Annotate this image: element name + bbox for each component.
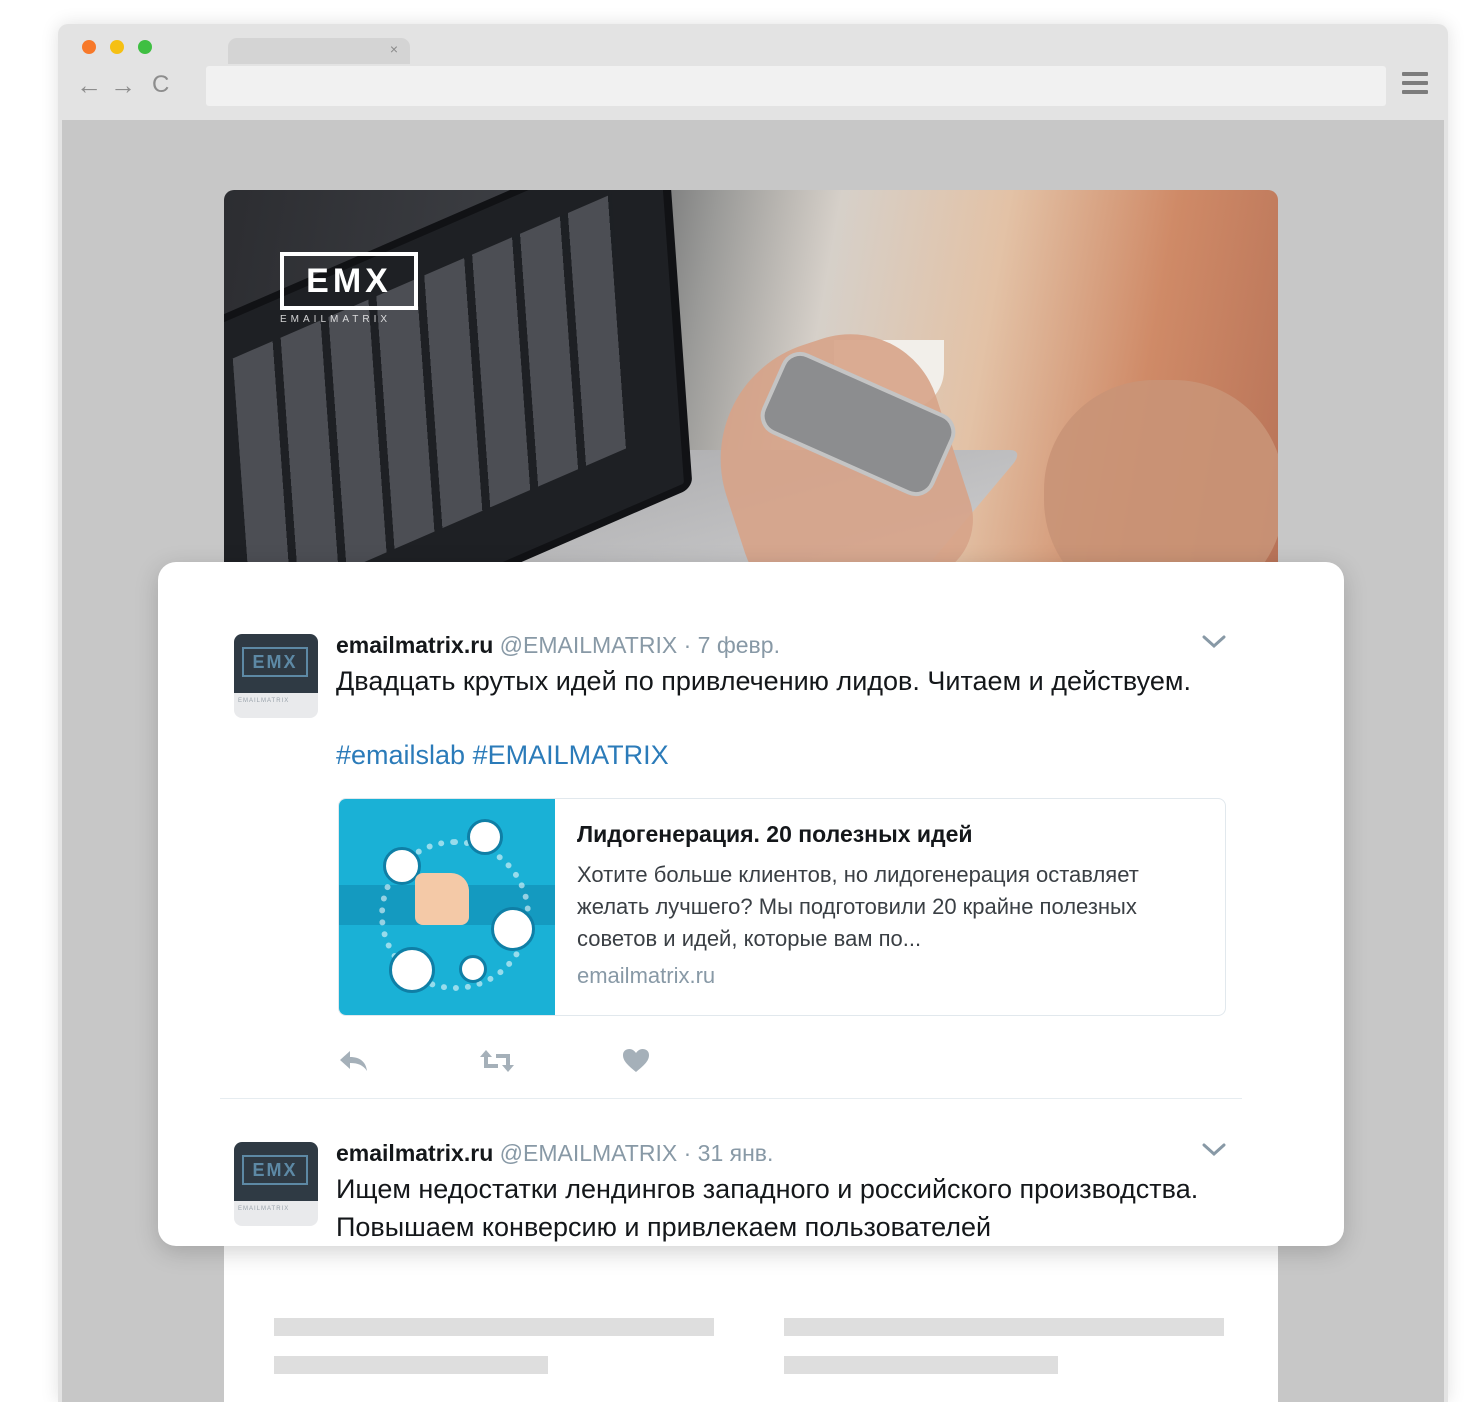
maximize-window-button[interactable] (138, 40, 152, 54)
tweet-handle[interactable]: @EMAILMATRIX (500, 632, 678, 658)
placeholder-content-card (224, 1220, 1278, 1402)
link-card-title: Лидогенерация. 20 полезных идей (577, 821, 973, 847)
hero-image: EMX EMAILMATRIX (224, 190, 1278, 590)
hamburger-menu-icon[interactable] (1402, 72, 1428, 94)
tab-close-icon[interactable]: × (390, 41, 398, 57)
link-preview-card[interactable]: Лидогенерация. 20 полезных идей Хотите б… (338, 798, 1226, 1016)
tweet-text: Ищем недостатки лендингов западного и ро… (336, 1174, 1199, 1242)
back-arrow-icon[interactable]: ← (76, 70, 102, 100)
reload-icon[interactable]: C (152, 70, 169, 100)
person-icon (389, 947, 435, 993)
tweet-actions (338, 1048, 678, 1078)
like-icon[interactable] (622, 1048, 650, 1079)
tweet-header: emailmatrix.ru @EMAILMATRIX · 31 янв. (336, 1140, 773, 1167)
reply-icon[interactable] (338, 1048, 370, 1079)
thumbs-up-icon (415, 873, 469, 925)
tweet-handle[interactable]: @EMAILMATRIX (500, 1140, 678, 1166)
tweet-separator: · (683, 632, 692, 658)
link-card-domain: emailmatrix.ru (577, 963, 716, 988)
tweet-date[interactable]: 7 февр. (698, 632, 780, 658)
tweet-separator: · (683, 1140, 692, 1166)
avatar[interactable]: EMX EMAILMATRIX (234, 1142, 318, 1226)
close-window-button[interactable] (82, 40, 96, 54)
gear-icon (459, 955, 487, 983)
avatar[interactable]: EMX EMAILMATRIX (234, 634, 318, 718)
chevron-down-icon[interactable] (1200, 1140, 1230, 1170)
skeleton-line (274, 1356, 548, 1374)
hand-graphic (1044, 380, 1278, 590)
forward-arrow-icon[interactable]: → (110, 70, 136, 100)
link-card-description: Хотите больше клиентов, но лидогенерация… (577, 862, 1139, 951)
retweet-icon[interactable] (478, 1048, 516, 1079)
chevron-down-icon[interactable] (1200, 632, 1230, 662)
link-preview-image (339, 799, 555, 1015)
skeleton-line (274, 1318, 714, 1336)
minimize-window-button[interactable] (110, 40, 124, 54)
person-icon (491, 907, 535, 951)
tweet-text: Двадцать крутых идей по привлечению лидо… (336, 666, 1191, 696)
tweet-header: emailmatrix.ru @EMAILMATRIX · 7 февр. (336, 632, 780, 659)
skeleton-line (784, 1318, 1224, 1336)
emx-logo: EMX (280, 252, 418, 310)
tweet-author-name[interactable]: emailmatrix.ru (336, 1140, 493, 1166)
address-bar[interactable] (206, 66, 1386, 106)
tweet-date[interactable]: 31 янв. (698, 1140, 774, 1166)
tweet-author-name[interactable]: emailmatrix.ru (336, 632, 493, 658)
browser-tab[interactable]: × (228, 38, 410, 64)
person-icon (467, 819, 503, 855)
tweet-hashtags[interactable]: #emailslab #EMAILMATRIX (336, 740, 669, 771)
emx-logo-subtitle: EMAILMATRIX (280, 314, 392, 325)
twitter-feed-card: EMX EMAILMATRIX emailmatrix.ru @EMAILMAT… (158, 562, 1344, 1246)
skeleton-line (784, 1356, 1058, 1374)
tweet-divider (220, 1098, 1242, 1099)
